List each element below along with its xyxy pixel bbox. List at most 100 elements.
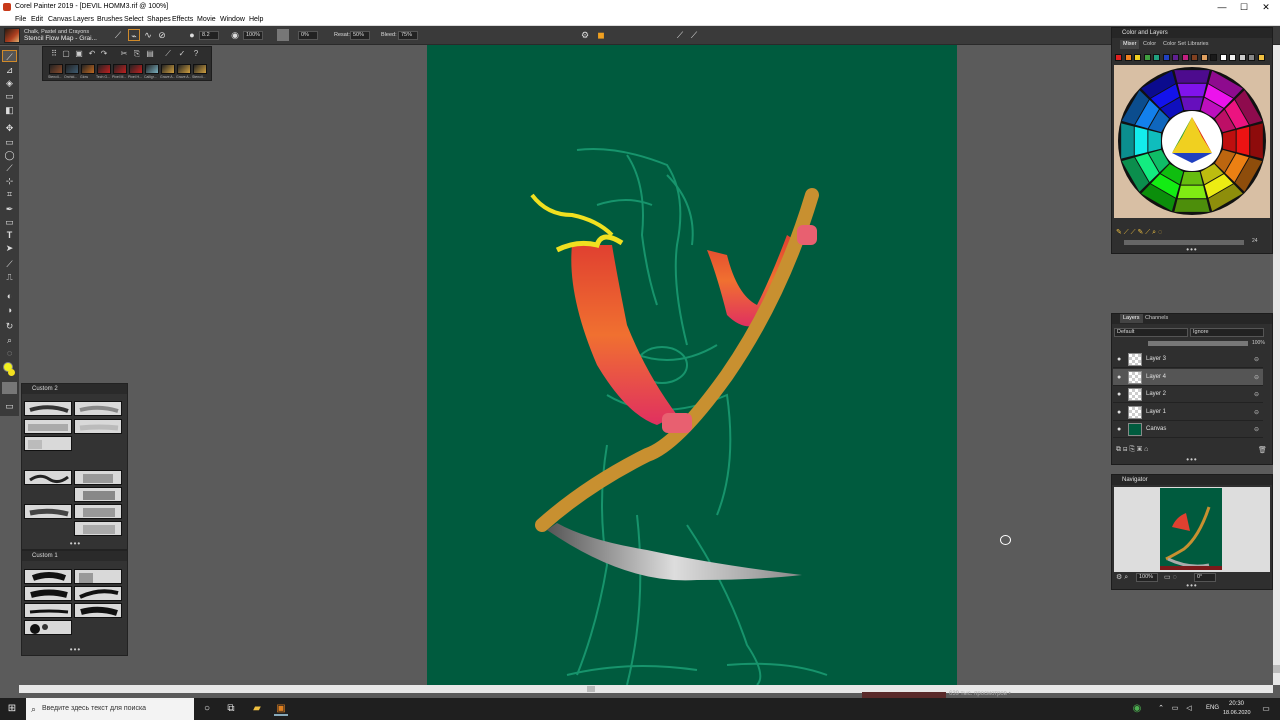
eye-visibility-icon[interactable]: ●: [1117, 426, 1125, 433]
color-wheel-segment[interactable]: [1250, 123, 1263, 159]
color-chip[interactable]: [1248, 54, 1255, 61]
tab-channels[interactable]: Channels: [1142, 314, 1171, 323]
clock-date[interactable]: 18.06.2020: [1223, 710, 1251, 716]
color-wheel-segment[interactable]: [1177, 185, 1207, 199]
color-wheel-segment[interactable]: [1148, 130, 1161, 152]
color-chip[interactable]: [1162, 54, 1170, 61]
color-wheel-segment[interactable]: [1174, 199, 1210, 212]
brush-variant-item[interactable]: [24, 504, 72, 519]
color-wheel-segment[interactable]: [1181, 97, 1203, 110]
brush-variant-item[interactable]: [74, 586, 122, 601]
layer-row[interactable]: ● Canvas ⊖: [1113, 421, 1263, 438]
notifications-icon[interactable]: ▭: [1259, 702, 1273, 716]
color-chip[interactable]: [1124, 54, 1132, 61]
brush-variant-swatch[interactable]: [65, 64, 79, 74]
minimize-button[interactable]: —: [1210, 0, 1234, 14]
menu-canvas[interactable]: Canvas: [48, 16, 72, 23]
layer-opacity-slider[interactable]: [1148, 341, 1248, 346]
color-wheel-segment[interactable]: [1236, 126, 1250, 156]
layer-row[interactable]: ● Layer 1 ⊖: [1113, 404, 1263, 421]
undo-icon[interactable]: ↶: [87, 49, 97, 59]
layer-row[interactable]: ● Layer 3 ⊖: [1113, 351, 1263, 368]
taskbar-search-input[interactable]: Введите здесь текст для поиска: [26, 698, 194, 720]
menu-effects[interactable]: Effects: [172, 16, 193, 23]
grain-field[interactable]: 0%: [298, 31, 318, 40]
stroke-attr-icon[interactable]: ⟋: [674, 29, 686, 41]
magic-wand-icon[interactable]: ⟋: [2, 162, 17, 174]
color-chip[interactable]: [1143, 54, 1151, 61]
tab-mixer[interactable]: Mixer: [1120, 40, 1140, 49]
stroke-type-icon[interactable]: ∿: [142, 29, 154, 41]
brush-variant-swatch[interactable]: [97, 64, 111, 74]
dab-type-icon[interactable]: ⌁: [128, 29, 140, 41]
brush-variant-swatch[interactable]: [49, 64, 63, 74]
volume-icon[interactable]: ◁: [1182, 702, 1196, 716]
layer-row[interactable]: ● Layer 2 ⊖: [1113, 386, 1263, 403]
horizontal-scrollbar[interactable]: [19, 685, 1273, 693]
menu-layers[interactable]: Layers: [73, 16, 94, 23]
chrome-icon[interactable]: ◉: [1130, 702, 1144, 716]
size-field[interactable]: 8.2: [199, 31, 219, 40]
magnifier-icon[interactable]: ⌕: [2, 334, 17, 346]
resat-field[interactable]: 50%: [350, 31, 370, 40]
language-indicator[interactable]: ENG: [1206, 705, 1219, 711]
brush-variant-item[interactable]: [24, 603, 72, 618]
color-panel-more-dots[interactable]: •••: [1112, 245, 1272, 254]
mixer-tools-icon[interactable]: ✎ ⟋ ⟋ ✎ ⟋ ⌕ ◌: [1116, 228, 1271, 238]
color-chip[interactable]: [1200, 54, 1208, 61]
text-icon[interactable]: T: [2, 229, 17, 241]
brush-options-icon[interactable]: ⊘: [156, 29, 168, 41]
menu-edit[interactable]: Edit: [31, 16, 43, 23]
corel-painter-taskbar-icon[interactable]: ▣: [274, 702, 288, 716]
color-chip[interactable]: [1134, 54, 1141, 61]
menu-window[interactable]: Window: [220, 16, 245, 23]
copy-icon[interactable]: ⎘: [132, 49, 142, 59]
transform-icon[interactable]: ⊹: [2, 175, 17, 187]
clock-time[interactable]: 20:30: [1229, 701, 1244, 707]
windows-start-icon[interactable]: ⊞: [5, 702, 19, 716]
check-icon[interactable]: ✓: [177, 49, 187, 59]
new-icon[interactable]: ▢: [61, 49, 71, 59]
composite-method-select[interactable]: Default: [1114, 328, 1188, 337]
color-chip[interactable]: [1191, 54, 1198, 61]
rectangular-select-icon[interactable]: ▭: [2, 136, 17, 148]
brush-variant-item[interactable]: [74, 487, 122, 502]
pen-icon[interactable]: ✒: [2, 203, 17, 215]
cortana-icon[interactable]: ○: [200, 702, 214, 716]
navigator-more-dots[interactable]: •••: [1112, 581, 1272, 590]
brush-variant-item[interactable]: [74, 504, 122, 519]
paint-bucket-icon[interactable]: ◈: [2, 77, 17, 89]
color-chip[interactable]: [1257, 54, 1265, 61]
dodge-icon[interactable]: ◐: [2, 290, 17, 302]
brush-variant-item[interactable]: [24, 401, 72, 416]
library-menu-icon[interactable]: ⠿: [49, 49, 59, 59]
color-chip[interactable]: [1219, 54, 1227, 61]
shape-icon[interactable]: ▭: [2, 216, 17, 228]
reset-icon[interactable]: ⚙: [579, 29, 591, 41]
brush-variant-item[interactable]: [74, 603, 122, 618]
color-chip[interactable]: [1115, 54, 1122, 61]
eye-visibility-icon[interactable]: ●: [1117, 374, 1125, 381]
color-wheel-segment[interactable]: [1121, 123, 1134, 159]
brush-variant-item[interactable]: [24, 569, 72, 584]
layer-adjuster-icon[interactable]: ✥: [2, 122, 17, 134]
brush-variant-swatch[interactable]: [113, 64, 127, 74]
color-wheel-segment[interactable]: [1177, 83, 1207, 97]
grabber-icon[interactable]: ◌: [2, 347, 17, 359]
bleed-field[interactable]: 75%: [398, 31, 418, 40]
color-wheel-segment[interactable]: [1174, 70, 1210, 83]
menu-file[interactable]: File: [15, 16, 26, 23]
brush-variant-swatch[interactable]: [145, 64, 159, 74]
gradient-icon[interactable]: ▭: [2, 90, 17, 102]
menu-brushes[interactable]: Brushes: [97, 16, 123, 23]
paper-selector-icon[interactable]: [2, 382, 17, 394]
brush-selector[interactable]: Chalk, Pastel and Crayons Stencil Flow M…: [4, 28, 108, 43]
cloner-icon[interactable]: ⟋: [2, 258, 17, 270]
tab-layers[interactable]: Layers: [1120, 314, 1143, 323]
color-chip[interactable]: [1238, 54, 1246, 61]
brush-variant-item[interactable]: [74, 569, 122, 584]
layer-tools-icon[interactable]: ⧉ ⊟ ⎘ ▣ ⌂: [1116, 446, 1148, 454]
brush-variant-swatch[interactable]: [177, 64, 191, 74]
menu-shapes[interactable]: Shapes: [147, 16, 171, 23]
color-chip[interactable]: [1153, 54, 1160, 61]
